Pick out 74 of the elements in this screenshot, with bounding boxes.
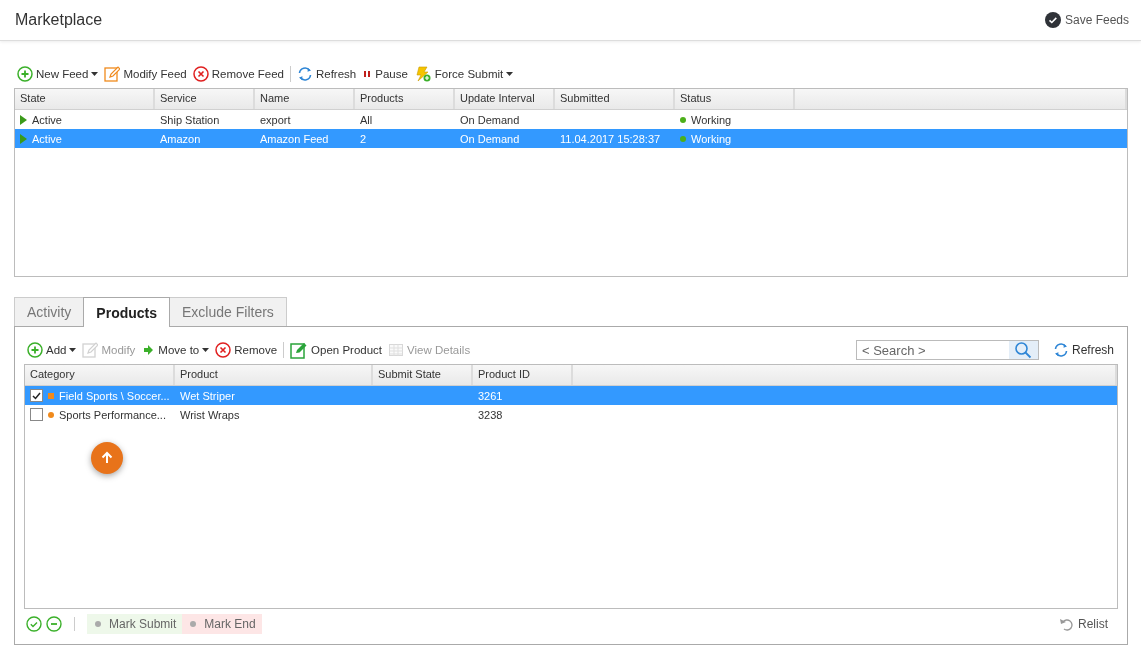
table-cell: Amazon bbox=[160, 132, 201, 145]
edit-document-icon bbox=[290, 341, 309, 359]
table-cell: 3261 bbox=[478, 389, 503, 402]
caret-icon bbox=[202, 348, 210, 352]
remove-button[interactable]: Remove bbox=[212, 340, 281, 360]
modify-feed-button[interactable]: Modify Feed bbox=[101, 64, 190, 84]
table-row[interactable]: Sports Performance... Wrist Wraps 3238 bbox=[25, 405, 1117, 424]
pencil-icon bbox=[82, 342, 99, 358]
column-header[interactable]: Status bbox=[675, 89, 795, 109]
table-cell: 11.04.2017 15:28:37 bbox=[560, 132, 661, 145]
column-header[interactable]: Name bbox=[255, 89, 355, 109]
remove-feed-button[interactable]: Remove Feed bbox=[189, 64, 287, 84]
column-header[interactable]: Products bbox=[355, 89, 455, 109]
refresh-icon bbox=[296, 66, 313, 82]
move-to-button[interactable]: Move to bbox=[138, 340, 213, 360]
table-cell: Working bbox=[691, 113, 732, 126]
table-cell: All bbox=[360, 113, 373, 126]
lightning-icon bbox=[413, 66, 432, 82]
table-row[interactable]: Active Ship Station export All On Demand Working bbox=[15, 110, 1127, 129]
tab[interactable]: Activity bbox=[14, 297, 85, 326]
table-cell: 3238 bbox=[478, 408, 503, 421]
column-header[interactable]: Update Interval bbox=[455, 89, 555, 109]
table-cell: export bbox=[260, 113, 291, 126]
uncheck-all-button[interactable] bbox=[46, 616, 62, 632]
tab[interactable]: Products bbox=[83, 297, 171, 327]
table-cell: Ship Station bbox=[160, 113, 220, 126]
table-cell: 2 bbox=[360, 132, 367, 145]
force-submit-button[interactable]: Force Submit bbox=[410, 64, 517, 84]
table-cell: Wet Striper bbox=[180, 389, 235, 402]
undo-icon bbox=[1059, 616, 1075, 632]
table-cell: On Demand bbox=[460, 113, 520, 126]
tab[interactable]: Exclude Filters bbox=[169, 297, 287, 326]
check-circle-icon bbox=[26, 616, 42, 632]
play-icon bbox=[20, 114, 27, 125]
table-icon bbox=[388, 342, 405, 358]
table-cell: Field Sports \ Soccer... bbox=[59, 389, 170, 402]
arrow-right-icon bbox=[141, 342, 156, 358]
pencil-icon bbox=[104, 66, 121, 82]
add-icon bbox=[17, 66, 33, 82]
mark-submit-button[interactable]: Mark Submit bbox=[87, 614, 183, 634]
checkbox[interactable] bbox=[30, 389, 43, 402]
add-button[interactable]: Add bbox=[24, 340, 80, 360]
table-cell: Sports Performance... bbox=[59, 408, 166, 421]
play-icon bbox=[20, 133, 27, 144]
table-cell: Amazon Feed bbox=[260, 132, 329, 145]
table-cell: Working bbox=[691, 132, 732, 145]
caret-icon bbox=[506, 72, 514, 76]
table-cell: Active bbox=[32, 113, 62, 126]
arrow-up-icon bbox=[100, 451, 114, 465]
remove-icon bbox=[192, 66, 209, 82]
save-feeds-button[interactable]: Save Feeds bbox=[1044, 12, 1129, 28]
check-icon bbox=[1044, 12, 1061, 28]
open-product-button[interactable]: Open Product bbox=[287, 340, 386, 360]
column-header[interactable]: Service bbox=[155, 89, 255, 109]
checkbox[interactable] bbox=[30, 408, 43, 421]
caret-icon bbox=[69, 348, 77, 352]
refresh-icon bbox=[1052, 342, 1069, 358]
page-title: Marketplace bbox=[15, 11, 103, 29]
pause-button[interactable]: Pause bbox=[359, 64, 411, 84]
column-header[interactable]: Submitted bbox=[555, 89, 675, 109]
table-cell: On Demand bbox=[460, 132, 520, 145]
caret-icon bbox=[91, 72, 99, 76]
relist-button[interactable]: Relist bbox=[1059, 616, 1118, 632]
table-cell: Wrist Wraps bbox=[180, 408, 240, 421]
refresh-button[interactable]: Refresh bbox=[1052, 342, 1114, 358]
remove-icon bbox=[215, 342, 232, 358]
column-header[interactable]: State bbox=[15, 89, 155, 109]
check-all-button[interactable] bbox=[26, 616, 42, 632]
minus-circle-icon bbox=[46, 616, 62, 632]
new-feed-button[interactable]: New Feed bbox=[14, 64, 102, 84]
add-icon bbox=[27, 342, 43, 358]
mark-end-button[interactable]: Mark End bbox=[182, 614, 262, 634]
table-cell: Active bbox=[32, 132, 62, 145]
refresh-button[interactable]: Refresh bbox=[293, 64, 360, 84]
